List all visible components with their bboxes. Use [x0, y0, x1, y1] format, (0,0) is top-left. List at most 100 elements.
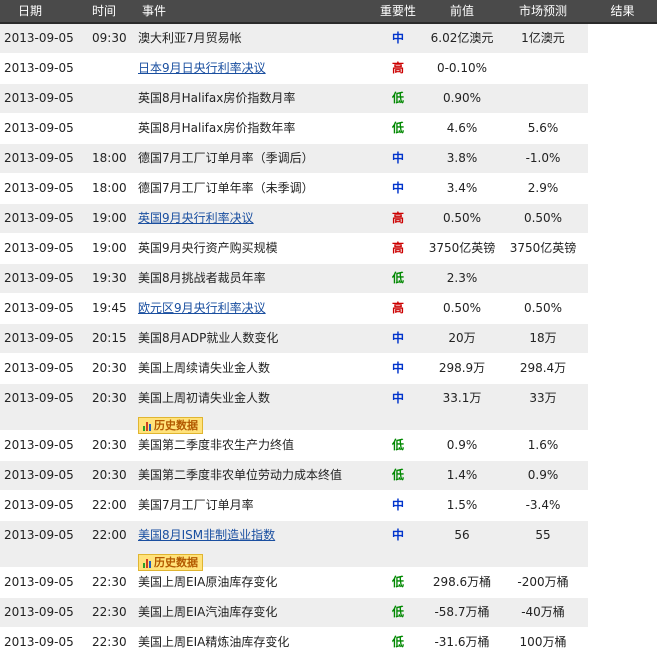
- importance-badge: 中: [391, 528, 404, 542]
- row-time: 22:30: [92, 605, 127, 619]
- row-forecast: -3.4%: [525, 498, 561, 512]
- bar-chart-icon: [143, 557, 151, 568]
- row-forecast: 33万: [529, 391, 557, 405]
- table-row: 2013-09-05 22:30 美国上周EIA精炼油库存变化 低 -31.6万桶 100…: [0, 628, 588, 658]
- row-date: 2013-09-05: [4, 331, 74, 345]
- table-row: 2013-09-05 20:30 美国第二季度非农单位劳动力成本终值 低 1.4% 0.9…: [0, 461, 588, 491]
- row-event: 德国7月工厂订单月率（季调后）: [138, 144, 370, 173]
- header-event: 事件: [142, 4, 167, 18]
- table-header: 日期 时间 事件 重要性 前值 市场预测 结果: [0, 0, 657, 24]
- row-time: 22:30: [92, 635, 127, 649]
- event-label: 美国上周EIA汽油库存变化: [138, 605, 278, 619]
- row-previous: 0-0.10%: [436, 61, 488, 75]
- result-column-blank: [588, 24, 657, 668]
- event-label: 美国上周EIA原油库存变化: [138, 575, 278, 589]
- importance-badge: 中: [391, 498, 404, 512]
- row-time: 22:00: [92, 498, 127, 512]
- row-date: 2013-09-05: [4, 91, 74, 105]
- row-time: 19:30: [92, 271, 127, 285]
- row-date: 2013-09-05: [4, 181, 74, 195]
- row-time: 20:30: [92, 391, 127, 405]
- header-time: 时间: [92, 4, 117, 18]
- row-previous: 298.6万桶: [432, 575, 492, 589]
- table-row: 2013-09-05 英国8月Halifax房价指数年率 低 4.6% 5.6%: [0, 114, 588, 144]
- row-forecast: 1.6%: [527, 438, 559, 452]
- importance-badge: 中: [391, 391, 404, 405]
- table-row: 2013-09-05 20:30 美国第二季度非农生产力终值 低 0.9% 1.6%: [0, 431, 588, 461]
- row-forecast: -1.0%: [525, 151, 561, 165]
- row-forecast: 100万桶: [519, 635, 567, 649]
- table-row: 2013-09-05 日本9月日央行利率决议 高 0-0.10%: [0, 54, 588, 84]
- event-label: 美国7月工厂订单月率: [138, 498, 254, 512]
- row-previous: 3.8%: [446, 151, 478, 165]
- event-label: 美国第二季度非农生产力终值: [138, 438, 295, 452]
- row-previous: 1.5%: [446, 498, 478, 512]
- row-previous: 3750亿英镑: [428, 241, 496, 255]
- row-time: 19:00: [92, 241, 127, 255]
- importance-badge: 低: [391, 438, 404, 452]
- row-previous: -58.7万桶: [434, 605, 490, 619]
- importance-badge: 中: [391, 331, 404, 345]
- row-event: 美国8月ADP就业人数变化: [138, 324, 370, 353]
- event-link[interactable]: 日本9月日央行利率决议: [138, 54, 370, 83]
- row-date: 2013-09-05: [4, 271, 74, 285]
- importance-badge: 高: [391, 211, 404, 225]
- importance-badge: 中: [391, 151, 404, 165]
- importance-badge: 低: [391, 271, 404, 285]
- row-event: 美国上周续请失业金人数: [138, 354, 370, 383]
- table-row: 2013-09-05 20:30 美国上周初请失业金人数 历史数据 中 33.1万 33万: [0, 384, 588, 434]
- importance-badge: 低: [391, 91, 404, 105]
- event-label: 德国7月工厂订单年率（未季调）: [138, 181, 314, 195]
- row-date: 2013-09-05: [4, 151, 74, 165]
- row-event: 美国7月工厂订单月率: [138, 491, 370, 520]
- importance-badge: 中: [391, 181, 404, 195]
- row-time: 20:15: [92, 331, 127, 345]
- row-time: 18:00: [92, 151, 127, 165]
- row-forecast: [498, 54, 588, 83]
- row-event: 澳大利亚7月贸易帐: [138, 24, 370, 53]
- row-date: 2013-09-05: [4, 211, 74, 225]
- event-link[interactable]: 英国9月央行利率决议: [138, 204, 370, 233]
- table-row: 2013-09-05 19:45 欧元区9月央行利率决议 高 0.50% 0.50%: [0, 294, 588, 324]
- table-row: 2013-09-05 18:00 德国7月工厂订单年率（未季调） 中 3.4% 2.9%: [0, 174, 588, 204]
- row-date: 2013-09-05: [4, 528, 74, 542]
- importance-badge: 低: [391, 468, 404, 482]
- row-event: 美国上周初请失业金人数 历史数据: [138, 384, 370, 434]
- event-label: 澳大利亚7月贸易帐: [138, 31, 242, 45]
- event-label: 美国8月挑战者裁员年率: [138, 271, 266, 285]
- row-event: 美国上周EIA汽油库存变化: [138, 598, 370, 627]
- row-event: 美国8月挑战者裁员年率: [138, 264, 370, 293]
- bar-chart-icon: [143, 420, 151, 431]
- header-importance: 重要性: [379, 4, 416, 18]
- importance-badge: 中: [391, 31, 404, 45]
- header-date: 日期: [18, 4, 43, 18]
- row-previous: 3.4%: [446, 181, 478, 195]
- row-previous: 20万: [448, 331, 476, 345]
- row-previous: 56: [454, 528, 470, 542]
- row-time: 20:30: [92, 468, 127, 482]
- row-date: 2013-09-05: [4, 635, 74, 649]
- row-previous: 0.9%: [446, 438, 478, 452]
- header-previous: 前值: [449, 4, 474, 18]
- row-date: 2013-09-05: [4, 121, 74, 135]
- row-time: 18:00: [92, 181, 127, 195]
- importance-badge: 高: [391, 241, 404, 255]
- header-result: 结果: [610, 4, 635, 18]
- row-event: 英国8月Halifax房价指数年率: [138, 114, 370, 143]
- row-event: 美国第二季度非农生产力终值: [138, 431, 370, 460]
- row-forecast: 18万: [529, 331, 557, 345]
- row-time: 22:00: [92, 528, 127, 542]
- row-forecast: 5.6%: [527, 121, 559, 135]
- row-event: 美国8月ISM非制造业指数 历史数据: [138, 521, 370, 571]
- table-row: 2013-09-05 09:30 澳大利亚7月贸易帐 中 6.02亿澳元 1亿澳元: [0, 24, 588, 54]
- row-previous: 0.50%: [442, 301, 482, 315]
- header-forecast: 市场预测: [518, 4, 567, 18]
- event-link[interactable]: 美国8月ISM非制造业指数: [138, 521, 370, 550]
- row-previous: 1.4%: [446, 468, 478, 482]
- row-forecast: 0.9%: [527, 468, 559, 482]
- row-time: 20:30: [92, 438, 127, 452]
- event-link[interactable]: 欧元区9月央行利率决议: [138, 294, 370, 323]
- row-event: 美国第二季度非农单位劳动力成本终值: [138, 461, 370, 490]
- event-label: 美国上周续请失业金人数: [138, 361, 271, 375]
- row-forecast: 3750亿英镑: [509, 241, 577, 255]
